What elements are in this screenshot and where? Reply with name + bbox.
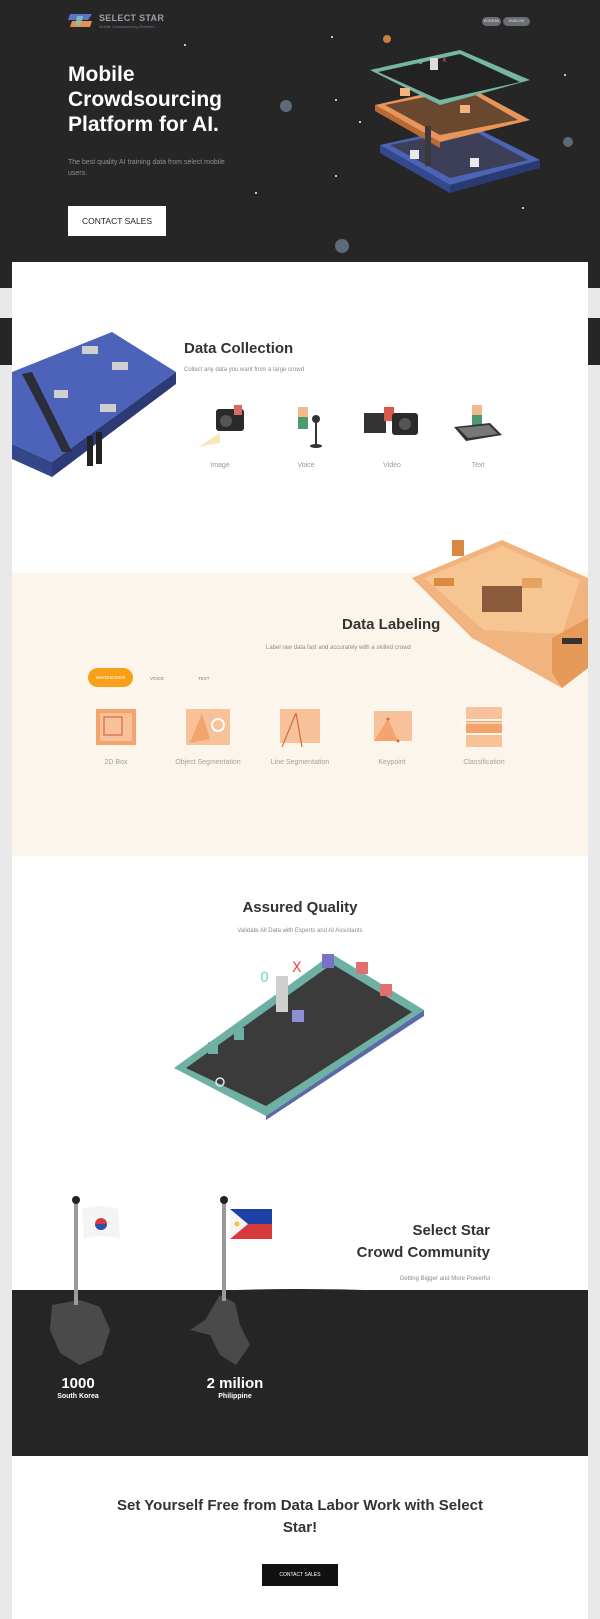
collection-item-image[interactable]: Image: [180, 403, 260, 469]
labeling-item-label: 2D Box: [104, 759, 128, 766]
labeling-item-keypoint[interactable]: Keypoint: [352, 703, 432, 768]
keyboard-icon: [454, 405, 502, 441]
community-title-line1: Select Star: [412, 1222, 490, 1239]
labeling-item-label: Line Segmentation: [270, 759, 330, 766]
community-title-line2: Crowd Community: [356, 1244, 490, 1261]
labeling-item-classification[interactable]: Classification: [444, 703, 524, 768]
svg-text:X: X: [292, 960, 302, 976]
box-annotation-icon: [96, 709, 136, 745]
labeling-item-line-segmentation[interactable]: Line Segmentation: [260, 703, 340, 768]
tab-text[interactable]: TEXT: [198, 676, 210, 681]
keypoint-icon: [374, 711, 412, 743]
labeling-item-label: Object Segmentation: [175, 759, 241, 766]
cta-contact-sales-button[interactable]: CONTACT SALES: [262, 1564, 338, 1586]
camera-icon: [198, 405, 244, 447]
collection-illustration: [12, 332, 176, 477]
svg-text:0: 0: [260, 970, 269, 986]
labeling-subtitle: Label raw data fast and accurately with …: [266, 645, 411, 651]
object-segmentation-icon: [186, 709, 230, 745]
quality-subtitle: Validate All Data with Experts and AI As…: [237, 928, 363, 934]
stat-country: Philippine: [218, 1393, 252, 1400]
quality-phone-illustration: 0 X: [174, 954, 424, 1120]
community-subtitle: Getting Bigger and More Powerful: [399, 1276, 490, 1282]
collection-item-voice[interactable]: Voice: [266, 403, 346, 469]
line-segmentation-icon: [280, 709, 320, 748]
flags-illustration: [50, 1196, 272, 1365]
labeling-item-2d-box[interactable]: 2D Box: [76, 703, 156, 768]
quality-title: Assured Quality: [242, 899, 358, 916]
microphone-icon: [298, 407, 322, 448]
labeling-illustration: [412, 540, 588, 688]
collection-title: Data Collection: [184, 340, 294, 357]
stat-country: South Korea: [57, 1393, 99, 1400]
stat-number: 2 milion: [206, 1375, 264, 1392]
stat-south-korea: 1000 South Korea: [44, 1376, 112, 1401]
labeling-item-label: Classification: [463, 759, 505, 766]
collection-item-label: Video: [383, 462, 401, 469]
video-camera-icon: [364, 407, 418, 435]
svg-text:x: x: [442, 55, 447, 64]
labeling-item-object-segmentation[interactable]: Object Segmentation: [168, 703, 248, 768]
labeling-title: Data Labeling: [342, 616, 441, 633]
cta-title: Set Yourself Free from Data Labor Work w…: [117, 1497, 483, 1536]
svg-text:o: o: [418, 57, 423, 66]
stat-philippine: 2 milion Philippine: [198, 1376, 272, 1401]
page: SELECT STAR Mobile Crowdsourcing Platfor…: [0, 0, 600, 1619]
classification-icon: [460, 707, 508, 747]
collection-item-label: Image: [210, 462, 230, 469]
collection-subtitle: Collect any data you want from a large c…: [184, 367, 305, 373]
tab-image-video[interactable]: IMAGE&VIDEO: [88, 668, 133, 687]
collection-item-video[interactable]: Video: [352, 403, 432, 469]
collection-item-label: Voice: [297, 462, 315, 469]
stat-number: 1000: [61, 1375, 95, 1392]
tab-voice[interactable]: VOICE: [150, 676, 164, 681]
collection-item-label: Text: [471, 462, 485, 469]
labeling-item-label: Keypoint: [378, 759, 406, 766]
hero-section: SELECT STAR Mobile Crowdsourcing Platfor…: [0, 0, 600, 288]
phones-illustration: x o: [370, 50, 540, 193]
collection-item-text[interactable]: Text: [438, 403, 518, 469]
